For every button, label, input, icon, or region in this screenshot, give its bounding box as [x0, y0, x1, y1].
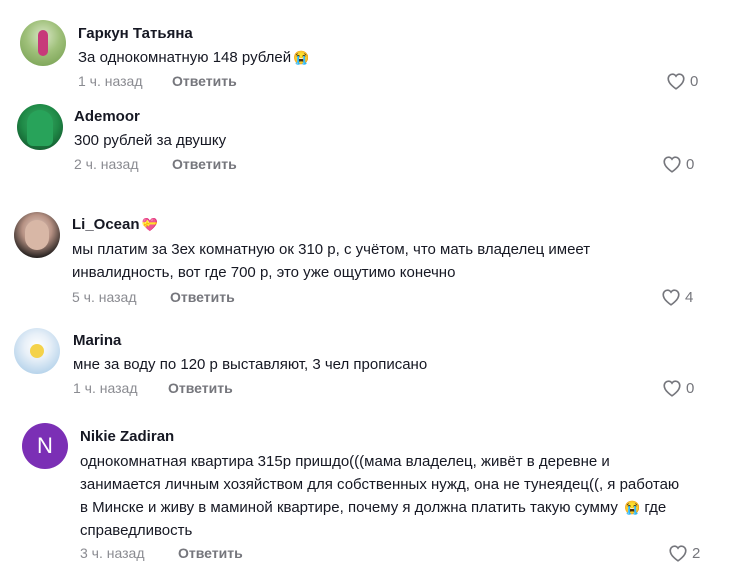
author-name[interactable]: Гаркун Татьяна: [78, 25, 193, 42]
author-name[interactable]: Li_Ocean 💝: [72, 216, 158, 233]
comment-time: 3 ч. назад: [80, 545, 145, 561]
like-button[interactable]: 0: [662, 379, 694, 397]
comment-body: За однокомнатную 148 рублей: [78, 49, 292, 66]
author-name-text: Li_Ocean: [72, 216, 140, 233]
comment-text: мне за воду по 120 р выставляют, 3 чел п…: [73, 356, 428, 373]
comment-line: занимается личным хозяйством для собстве…: [80, 476, 680, 493]
avatar[interactable]: [20, 20, 66, 66]
comment-line: в Минске и живу в маминой квартире, поче…: [80, 499, 618, 516]
comment-line: инвалидность, вот где 700 р, это уже ощу…: [72, 264, 456, 281]
avatar[interactable]: [17, 104, 63, 150]
heart-ribbon-badge-icon: 💝: [141, 217, 158, 232]
like-count: 2: [692, 544, 701, 562]
crying-emoji-icon: 😭: [293, 50, 310, 65]
comment-line: мы платим за 3ех комнатную ок 310 р, с у…: [72, 241, 591, 258]
avatar-letter: N: [37, 433, 53, 458]
comment-text: 300 рублей за двушку: [74, 132, 227, 149]
avatar[interactable]: [14, 212, 60, 258]
like-button[interactable]: 2: [668, 544, 700, 562]
author-name[interactable]: Ademoor: [74, 108, 140, 125]
comment-text: мы платим за 3ех комнатную ок 310 р, с у…: [72, 238, 590, 284]
like-count: 0: [686, 379, 695, 397]
heart-icon: [663, 380, 681, 397]
comment-line-tail: где: [644, 499, 667, 516]
comment-time: 1 ч. назад: [78, 73, 143, 89]
author-name[interactable]: Nikie Zadiran: [80, 428, 174, 445]
reply-button[interactable]: Ответить: [170, 289, 235, 305]
author-name[interactable]: Marina: [73, 332, 121, 349]
comment-line-with-emoji: в Минске и живу в маминой квартире, поче…: [80, 496, 720, 519]
like-count: 0: [690, 72, 699, 90]
like-button[interactable]: 0: [666, 72, 698, 90]
heart-icon: [663, 156, 681, 173]
reply-button[interactable]: Ответить: [168, 380, 233, 396]
heart-icon: [662, 289, 680, 306]
heart-icon: [669, 545, 687, 562]
like-count: 4: [685, 288, 694, 306]
heart-icon: [667, 73, 685, 90]
like-button[interactable]: 0: [662, 155, 694, 173]
avatar[interactable]: N: [22, 423, 68, 469]
comment-text: За однокомнатную 148 рублей 😭: [78, 46, 309, 69]
reply-button[interactable]: Ответить: [178, 545, 243, 561]
reply-button[interactable]: Ответить: [172, 156, 237, 172]
comment-time: 5 ч. назад: [72, 289, 137, 305]
like-button[interactable]: 4: [661, 288, 693, 306]
comment-text: однокомнатная квартира 315р пришдо(((мам…: [80, 450, 720, 542]
comment-line: однокомнатная квартира 315р пришдо(((мам…: [80, 453, 610, 470]
comment-line: справедливость: [80, 522, 193, 539]
comment-time: 2 ч. назад: [74, 156, 139, 172]
comment-time: 1 ч. назад: [73, 380, 138, 396]
crying-emoji-icon: 😭: [624, 500, 641, 515]
avatar[interactable]: [14, 328, 60, 374]
like-count: 0: [686, 155, 695, 173]
reply-button[interactable]: Ответить: [172, 73, 237, 89]
